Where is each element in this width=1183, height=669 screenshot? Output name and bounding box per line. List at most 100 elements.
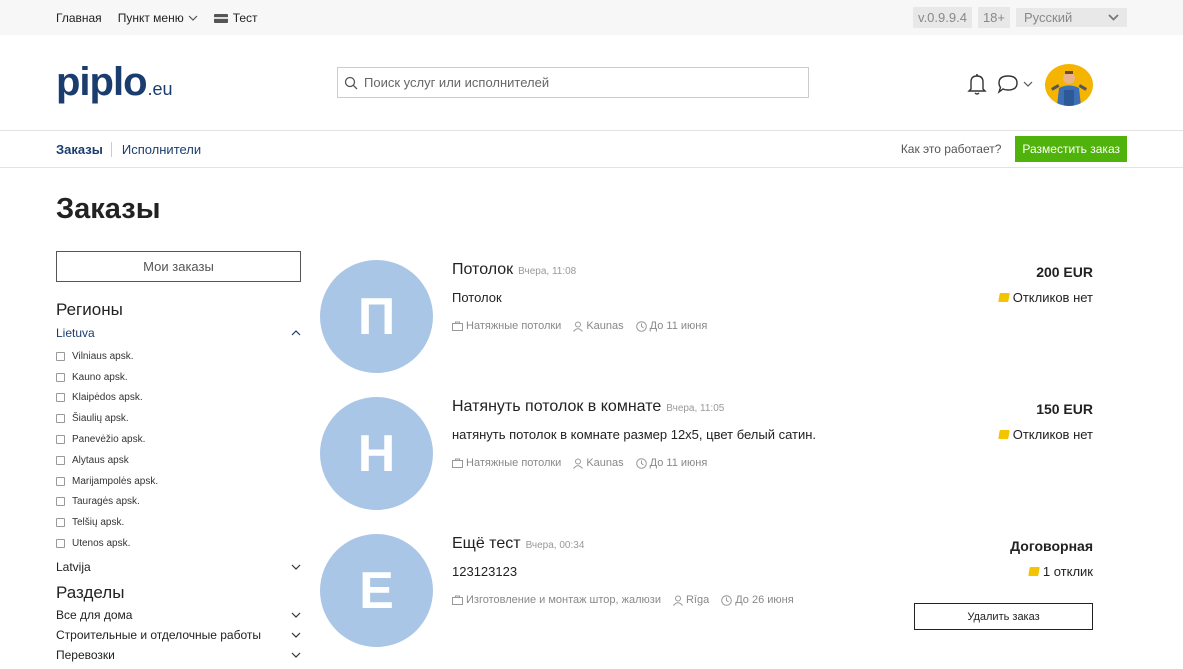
order-card[interactable]: Е Ещё тест Вчера, 00:34 123123123 Изготов… <box>320 532 1093 669</box>
checkbox-box <box>56 435 65 445</box>
checkbox-box <box>56 476 65 486</box>
order-price: 150 EUR <box>1036 401 1093 417</box>
messages-dropdown[interactable] <box>997 74 1033 94</box>
chat-bubble-icon <box>997 75 1018 94</box>
age-badge: 18+ <box>977 7 1010 28</box>
district-checkbox[interactable]: Panevėžio apsk. <box>56 429 301 450</box>
order-category-label: Натяжные потолки <box>466 320 562 332</box>
nav-test-link[interactable]: Тест <box>213 11 258 25</box>
section-item[interactable]: Все для дома <box>56 608 301 622</box>
district-checkbox[interactable]: Kauno apsk. <box>56 367 301 388</box>
checkbox-box <box>56 497 65 507</box>
order-category: Изготовление и монтаж штор, жалюзи <box>452 594 661 606</box>
order-meta: Натяжные потолки Kaunas До 11 июня <box>452 320 707 332</box>
order-card[interactable]: П Потолок Вчера, 11:08 Потолок Натяжные п… <box>320 258 1093 395</box>
post-order-button[interactable]: Разместить заказ <box>1015 136 1127 162</box>
bell-icon[interactable] <box>967 73 987 95</box>
region-lietuva[interactable]: Lietuva <box>56 326 301 340</box>
page-title: Заказы <box>56 193 161 225</box>
checkbox-box <box>56 455 65 465</box>
chevron-down-icon <box>291 652 301 658</box>
region-latvija[interactable]: Latvija <box>56 560 301 574</box>
how-it-works-link[interactable]: Как это работает? <box>901 142 1002 156</box>
district-label: Šiaulių apsk. <box>72 413 129 425</box>
order-title[interactable]: Потолок Вчера, 11:08 <box>452 261 576 279</box>
card-icon <box>213 13 228 23</box>
order-letter-avatar: П <box>320 260 433 373</box>
avatar[interactable] <box>1045 64 1093 106</box>
checkbox-box <box>56 518 65 528</box>
order-responses-label: Откликов нет <box>1012 290 1093 305</box>
order-city-label: Rīga <box>685 594 710 606</box>
district-label: Klaipėdos apsk. <box>72 392 143 404</box>
chevron-down-icon <box>1023 81 1033 87</box>
district-checkbox[interactable]: Tauragės apsk. <box>56 492 301 513</box>
person-icon <box>673 595 683 606</box>
logo-tld: .eu <box>147 79 173 99</box>
sections-title: Разделы <box>56 582 125 602</box>
version-badge: v.0.9.9.4 <box>913 7 972 28</box>
checkbox-box <box>56 393 65 403</box>
order-deadline-label: До 11 июня <box>649 320 708 332</box>
logo-main: piplo <box>56 60 148 104</box>
order-meta: Изготовление и монтаж штор, жалюзи Rīga … <box>452 594 794 606</box>
section-label: Все для дома <box>56 607 133 622</box>
district-checkbox[interactable]: Telšių apsk. <box>56 512 301 533</box>
orders-list: П Потолок Вчера, 11:08 Потолок Натяжные п… <box>320 258 1093 669</box>
order-title[interactable]: Ещё тест Вчера, 00:34 <box>452 535 584 553</box>
briefcase-icon <box>452 595 463 605</box>
delete-order-button[interactable]: Удалить заказ <box>914 603 1093 630</box>
chevron-down-icon <box>188 15 198 21</box>
order-title-text: Потолок <box>452 261 514 278</box>
top-bar: Главная Пункт меню Тест v.0.9.9.4 18+ Ру… <box>0 0 1183 35</box>
order-deadline: До 26 июня <box>721 594 794 606</box>
order-time: Вчера, 11:05 <box>666 403 725 414</box>
order-price: 200 EUR <box>1036 264 1093 280</box>
checkbox-box <box>56 539 65 549</box>
order-price: Договорная <box>1010 538 1093 554</box>
order-card[interactable]: Н Натянуть потолок в комнате Вчера, 11:05… <box>320 395 1093 532</box>
order-title-text: Ещё тест <box>452 535 521 552</box>
order-letter-avatar: Е <box>320 534 433 647</box>
order-responses-label: Откликов нет <box>1012 427 1093 442</box>
order-deadline: До 11 июня <box>635 457 708 469</box>
site-logo[interactable]: piplo .eu <box>56 60 173 105</box>
nav-home-link[interactable]: Главная <box>56 11 102 25</box>
order-responses: 1 отклик <box>1028 564 1093 579</box>
district-checkbox[interactable]: Utenos apsk. <box>56 533 301 554</box>
search-icon <box>344 76 358 89</box>
tab-performers[interactable]: Исполнители <box>112 142 201 157</box>
section-item[interactable]: Перевозки <box>56 648 301 662</box>
language-select[interactable]: Русский <box>1016 8 1127 27</box>
section-label: Перевозки <box>56 647 115 662</box>
briefcase-icon <box>452 458 463 468</box>
district-list: Vilniaus apsk. Kauno apsk. Klaipėdos aps… <box>56 346 301 554</box>
order-description: 123123123 <box>452 564 518 579</box>
district-checkbox[interactable]: Alytaus apsk <box>56 450 301 471</box>
my-orders-button[interactable]: Мои заказы <box>56 251 301 282</box>
district-checkbox[interactable]: Klaipėdos apsk. <box>56 388 301 409</box>
order-time: Вчера, 11:08 <box>518 266 577 277</box>
language-label: Русский <box>1024 10 1073 25</box>
section-item[interactable]: Строительные и отделочные работы <box>56 628 301 642</box>
district-checkbox[interactable]: Marijampolės apsk. <box>56 471 301 492</box>
tab-orders[interactable]: Заказы <box>56 141 112 157</box>
briefcase-icon <box>452 321 463 331</box>
district-checkbox[interactable]: Vilniaus apsk. <box>56 346 301 367</box>
search-input[interactable] <box>364 75 784 90</box>
tag-icon <box>1028 567 1040 576</box>
clock-icon <box>721 594 733 606</box>
region-label: Latvija <box>56 559 91 574</box>
chevron-down-icon <box>291 564 301 570</box>
checkbox-box <box>56 351 65 361</box>
nav-menu-dropdown[interactable]: Пункт меню <box>118 11 198 25</box>
order-deadline: До 11 июня <box>635 320 708 332</box>
order-category: Натяжные потолки <box>452 457 561 469</box>
chevron-down-icon <box>291 612 301 618</box>
regions-title: Регионы <box>56 300 123 319</box>
search-box[interactable] <box>337 67 809 98</box>
order-deadline-label: До 11 июня <box>649 457 708 469</box>
order-title[interactable]: Натянуть потолок в комнате Вчера, 11:05 <box>452 398 724 416</box>
order-deadline-label: До 26 июня <box>735 594 794 606</box>
district-checkbox[interactable]: Šiaulių apsk. <box>56 408 301 429</box>
